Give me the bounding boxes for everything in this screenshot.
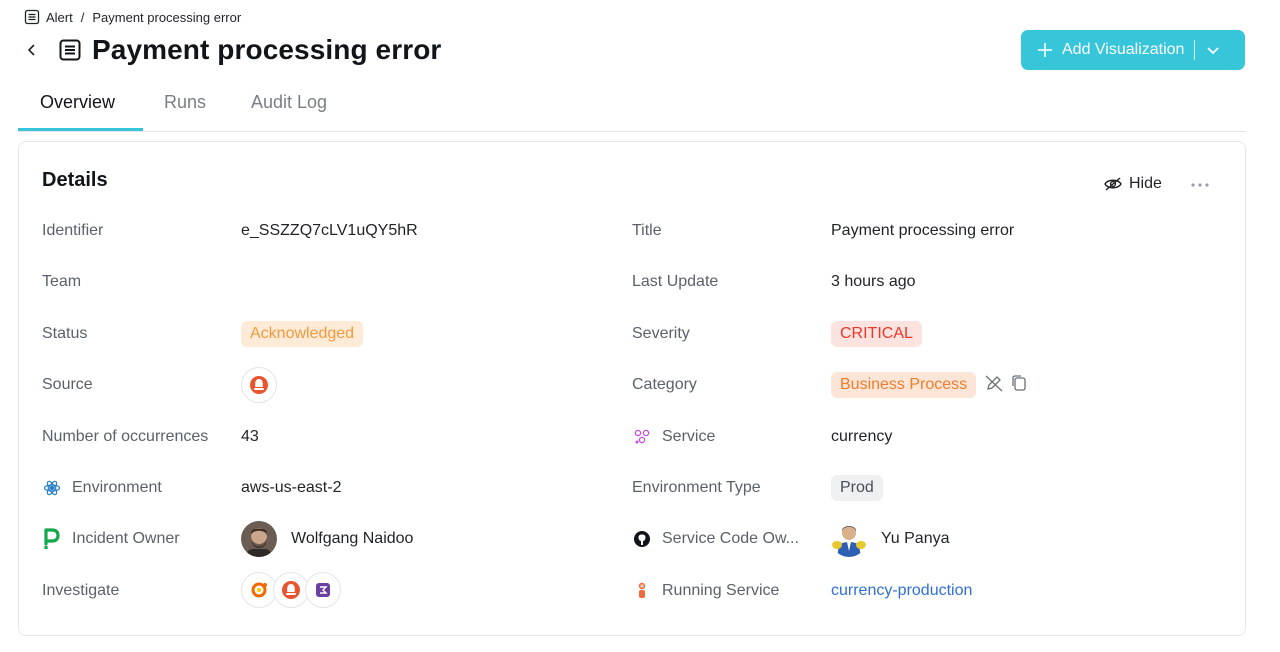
service-code-owner-name[interactable]: Yu Panya (881, 530, 950, 548)
source-label: Source (42, 376, 93, 393)
avatar[interactable] (831, 521, 867, 557)
status-value: Acknowledged (241, 319, 364, 349)
details-title: Details (42, 169, 108, 191)
running-service-label: Running Service (632, 579, 779, 603)
status-badge: Acknowledged (241, 321, 364, 347)
investigate-icons (241, 572, 341, 608)
last-update-value: 3 hours ago (831, 273, 916, 290)
avatar[interactable] (241, 521, 277, 557)
occurrences-value: 43 (241, 428, 259, 445)
breadcrumb-current: Payment processing error (92, 9, 242, 25)
breadcrumb-separator: / (80, 9, 85, 25)
grafana-icon[interactable] (241, 572, 277, 608)
add-visualization-label: Add Visualization (1062, 41, 1185, 58)
team-label: Team (42, 273, 82, 290)
incident-owner-label: Incident Owner (42, 527, 180, 551)
title-value: Payment processing error (831, 222, 1015, 239)
source-value (241, 367, 277, 403)
severity-label: Severity (632, 325, 690, 342)
category-value: Business Process (831, 370, 1028, 400)
environment-icon (42, 478, 62, 498)
tab-overview[interactable]: Overview (40, 92, 115, 113)
breadcrumb-parent[interactable]: Alert (46, 10, 73, 25)
environment-type-value: Prod (831, 473, 883, 503)
tab-runs[interactable]: Runs (164, 92, 206, 113)
service-icon (632, 427, 652, 447)
identifier-label: Identifier (42, 222, 104, 239)
active-tab-indicator (18, 128, 143, 131)
notebook-icon[interactable] (305, 572, 341, 608)
incident-owner-value: Wolfgang Naidoo (241, 521, 413, 557)
environment-value: aws-us-east-2 (241, 479, 342, 496)
chevron-left-icon (27, 44, 35, 56)
environment-type-label: Environment Type (632, 479, 761, 496)
more-options-button[interactable] (1189, 177, 1211, 193)
alert-source-icon[interactable] (241, 367, 277, 403)
identifier-value: e_SSZZQ7cLV1uQY5hR (241, 222, 418, 239)
details-card: Details Hide Identifier e_SSZZQ7cLV1uQY5… (18, 141, 1246, 636)
ellipsis-icon (1191, 183, 1209, 187)
last-update-label: Last Update (632, 273, 719, 290)
category-label: Category (632, 376, 697, 393)
pagerduty-icon (42, 528, 62, 549)
severity-badge: CRITICAL (831, 321, 922, 347)
service-value[interactable]: currency (831, 425, 892, 449)
service-code-owner-value: Yu Panya (831, 521, 950, 557)
edit-off-icon[interactable] (984, 373, 1004, 398)
environment-label: Environment (42, 476, 162, 500)
hide-label: Hide (1129, 175, 1162, 192)
category-badge: Business Process (831, 372, 977, 398)
button-divider (1194, 40, 1196, 60)
chevron-down-icon[interactable] (1205, 42, 1221, 58)
github-icon (632, 529, 652, 549)
list-document-icon (58, 38, 82, 62)
service-code-owner-label: Service Code Ow... (632, 527, 799, 551)
eye-off-icon (1103, 176, 1123, 192)
alert-source-icon[interactable] (273, 572, 309, 608)
service-label: Service (632, 425, 715, 449)
hide-button[interactable]: Hide (1103, 175, 1162, 193)
plus-icon (1036, 41, 1054, 59)
breadcrumb: Alert / Payment processing error (24, 8, 241, 26)
running-service-icon (632, 581, 652, 601)
tab-bar: Overview Runs Audit Log (18, 84, 1246, 132)
back-button[interactable] (20, 38, 44, 62)
running-service-link[interactable]: currency-production (831, 582, 972, 600)
status-label: Status (42, 325, 88, 342)
title-label: Title (632, 222, 662, 239)
environment-type-badge: Prod (831, 475, 883, 501)
tab-audit-log[interactable]: Audit Log (251, 92, 327, 113)
investigate-label: Investigate (42, 582, 120, 599)
occurrences-label: Number of occurrences (42, 428, 209, 445)
add-visualization-button[interactable]: Add Visualization (1021, 30, 1245, 70)
page-title: Payment processing error (92, 34, 442, 65)
incident-owner-name[interactable]: Wolfgang Naidoo (291, 530, 413, 548)
page-header: Payment processing error (20, 30, 441, 70)
severity-value: CRITICAL (831, 319, 922, 349)
list-document-icon (24, 9, 40, 25)
copy-icon[interactable] (1010, 374, 1028, 397)
running-service-value[interactable]: currency-production (831, 579, 972, 603)
